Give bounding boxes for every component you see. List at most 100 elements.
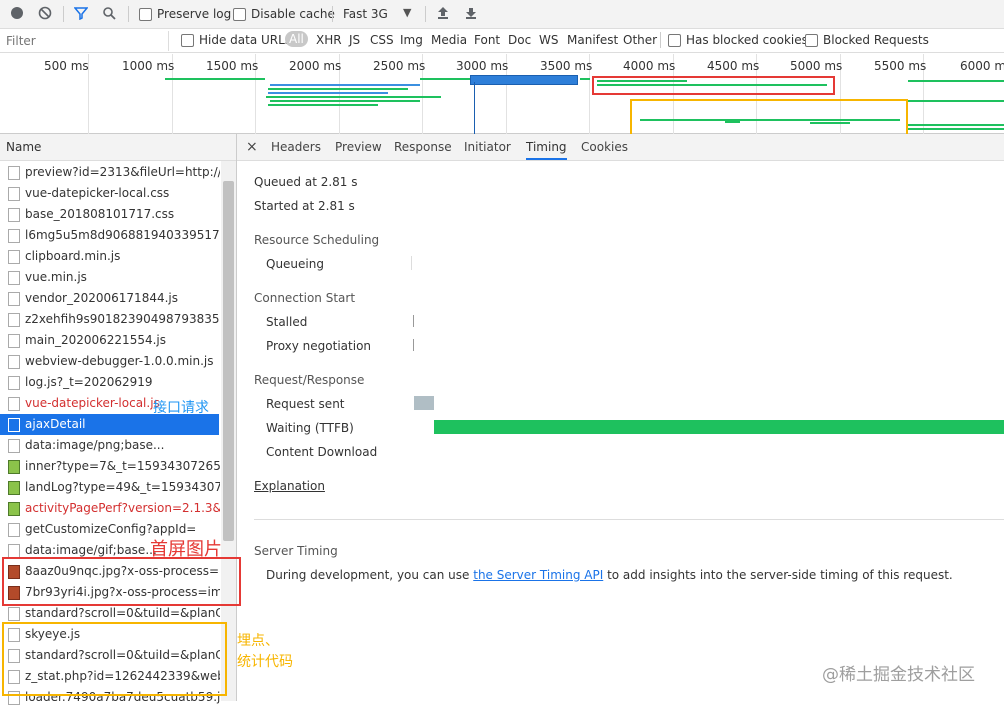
waterfall-bar (420, 78, 475, 80)
search-icon[interactable] (101, 6, 117, 22)
waterfall-bar (268, 92, 388, 94)
request-row[interactable]: preview?id=2313&fileUrl=http://yun. (0, 162, 220, 183)
type-filter-xhr[interactable]: XHR (316, 33, 342, 47)
request-row[interactable]: main_202006221554.js (0, 330, 220, 351)
waterfall-bar (908, 100, 1004, 102)
watermark: @稀土掘金技术社区 (822, 665, 975, 685)
document-file-icon (8, 418, 20, 432)
phase-stalled: Stalled (266, 315, 308, 329)
section-request-response: Request/Response (254, 373, 365, 387)
request-row[interactable]: standard?scroll=0&tuiId=&planCoc (0, 603, 220, 624)
phase-queueing: Queueing (266, 257, 324, 271)
phase-ttfb: Waiting (TTFB) (266, 421, 354, 435)
request-row[interactable]: data:image/png;base... (0, 435, 220, 456)
request-name: landLog?type=49&_t=15934307265 (25, 480, 220, 494)
divider (660, 32, 661, 48)
type-filter-ws[interactable]: WS (539, 33, 558, 47)
type-filter-other[interactable]: Other (623, 33, 657, 47)
preserve-log-checkbox[interactable] (139, 8, 152, 21)
tab-headers[interactable]: Headers (271, 134, 321, 160)
request-row[interactable]: z2xehfih9s9018239049879383501.js (0, 309, 220, 330)
type-filter-doc[interactable]: Doc (508, 33, 531, 47)
hide-data-urls-label: Hide data URLs (199, 33, 292, 47)
record-icon[interactable] (9, 6, 25, 22)
type-filter-font[interactable]: Font (474, 33, 500, 47)
request-name: preview?id=2313&fileUrl=http://yun. (25, 165, 220, 179)
request-list-scrollbar[interactable] (221, 161, 236, 701)
request-row[interactable]: vue-datepicker-local.css (0, 183, 220, 204)
request-row[interactable]: webview-debugger-1.0.0.min.js (0, 351, 220, 372)
divider (236, 134, 237, 701)
type-filter-css[interactable]: CSS (370, 33, 394, 47)
request-row[interactable]: vue.min.js (0, 267, 220, 288)
waterfall-bar (908, 80, 1004, 82)
document-file-icon (8, 397, 20, 411)
request-row[interactable]: clipboard.min.js (0, 246, 220, 267)
name-column-header[interactable]: Name (0, 134, 237, 161)
document-file-icon (8, 523, 20, 537)
server-timing-api-link[interactable]: the Server Timing API (473, 568, 603, 582)
type-filter-js[interactable]: JS (349, 33, 360, 47)
annotation-tracking-1: 埋点、 (237, 633, 279, 649)
timeline-tick-label: 1000 ms (122, 59, 175, 73)
request-row[interactable]: activityPagePerf?version=2.1.3&refer (0, 498, 220, 519)
scrollbar-thumb[interactable] (223, 181, 234, 541)
tracking-rows-highlight-box (2, 622, 227, 696)
server-timing-text-a: During development, you can use (266, 568, 474, 582)
download-icon[interactable] (463, 6, 479, 22)
tab-initiator[interactable]: Initiator (464, 134, 511, 160)
request-name: vendor_202006171844.js (25, 291, 178, 305)
request-row[interactable]: landLog?type=49&_t=15934307265 (0, 477, 220, 498)
type-filter-all[interactable]: All (285, 31, 308, 47)
blocked-requests-checkbox[interactable] (805, 34, 818, 47)
request-name: data:image/png;base... (25, 438, 165, 452)
clear-icon[interactable] (37, 6, 53, 22)
document-file-icon (8, 271, 20, 285)
filter-icon[interactable] (73, 6, 89, 22)
chevron-down-icon: ▼ (403, 6, 412, 19)
waterfall-bar (268, 104, 378, 106)
server-timing-text: During development, you can use the Serv… (266, 568, 953, 582)
request-row[interactable]: inner?type=7&_t=1593430726596&j (0, 456, 220, 477)
type-filter-img[interactable]: Img (400, 33, 423, 47)
request-name: vue-datepicker-local.css (25, 186, 170, 200)
image-file-icon (8, 460, 20, 474)
request-name: ajaxDetail (25, 417, 86, 431)
explanation-link[interactable]: Explanation (254, 479, 325, 493)
filter-bar: Hide data URLs All XHR JS CSS Img Media … (0, 29, 1004, 53)
blocked-requests-label: Blocked Requests (823, 33, 929, 47)
waterfall-bar (266, 96, 441, 98)
throttle-select[interactable]: Fast 3G ▼ (340, 4, 420, 24)
throttle-value: Fast 3G (343, 7, 388, 21)
timeline-tick-label: 5000 ms (790, 59, 843, 73)
tab-preview[interactable]: Preview (335, 134, 382, 160)
request-row[interactable]: base_201808101717.css (0, 204, 220, 225)
waterfall-bar (165, 78, 265, 80)
document-file-icon (8, 208, 20, 222)
request-name: base_201808101717.css (25, 207, 175, 221)
type-filter-manifest[interactable]: Manifest (567, 33, 618, 47)
close-icon[interactable]: × (246, 134, 258, 160)
tab-timing[interactable]: Timing (526, 134, 567, 160)
timing-bar-request-sent (414, 396, 434, 410)
divider (128, 6, 129, 22)
annotation-tracking-2: 统计代码 (237, 654, 293, 670)
hide-data-urls-checkbox[interactable] (181, 34, 194, 47)
type-filter-media[interactable]: Media (431, 33, 467, 47)
tab-cookies[interactable]: Cookies (581, 134, 628, 160)
request-row[interactable]: vendor_202006171844.js (0, 288, 220, 309)
waterfall-bar (908, 128, 1004, 130)
filter-input[interactable] (4, 31, 169, 51)
request-row[interactable]: ajaxDetail (0, 414, 219, 435)
disable-cache-label: Disable cache (251, 7, 335, 21)
server-timing-text-b: to add insights into the server-side tim… (603, 568, 953, 582)
disable-cache-checkbox[interactable] (233, 8, 246, 21)
tab-response[interactable]: Response (394, 134, 452, 160)
upload-icon[interactable] (435, 6, 451, 22)
request-name: vue.min.js (25, 270, 87, 284)
timeline-tick-label: 2000 ms (289, 59, 342, 73)
request-row[interactable]: l6mg5u5m8d9068819403395177673 (0, 225, 220, 246)
request-row[interactable]: log.js?_t=202062919 (0, 372, 220, 393)
has-blocked-cookies-checkbox[interactable] (668, 34, 681, 47)
document-file-icon (8, 607, 20, 621)
